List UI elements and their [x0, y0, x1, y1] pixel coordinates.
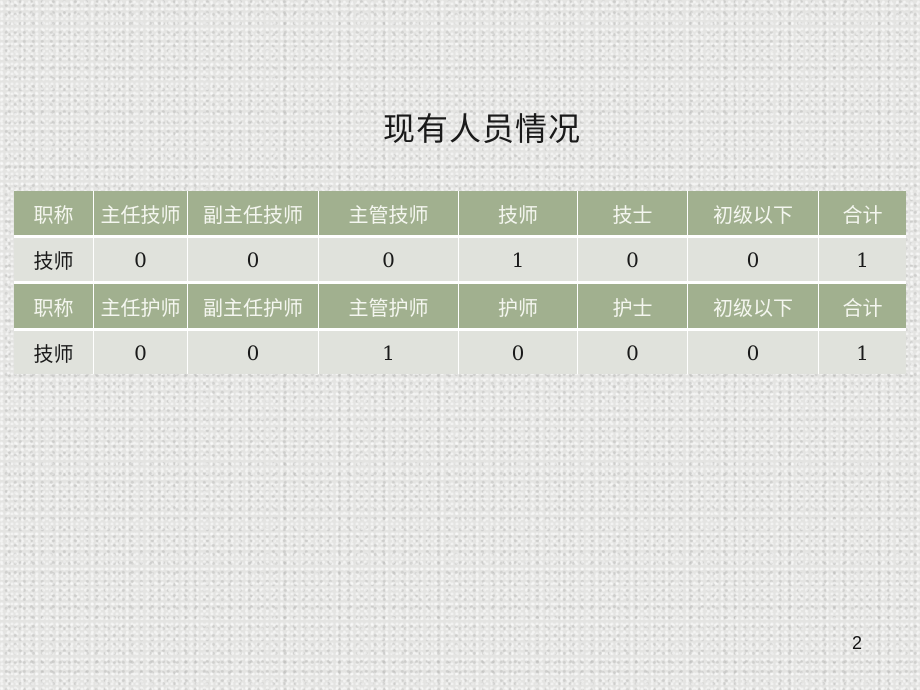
header-cell: 主任护师 [94, 284, 188, 331]
table-header-row-technicians: 职称 主任技师 副主任技师 主管技师 技师 技士 初级以下 合计 [14, 191, 906, 238]
value-cell: 1 [819, 238, 906, 284]
value-cell: 0 [188, 331, 319, 374]
table-row-nurses: 技师 0 0 1 0 0 0 1 [14, 331, 906, 374]
row-label-cell: 技师 [14, 238, 94, 284]
header-cell: 主任技师 [94, 191, 188, 238]
header-cell: 职称 [14, 284, 94, 331]
header-cell: 合计 [819, 191, 906, 238]
header-cell: 合计 [819, 284, 906, 331]
header-cell: 职称 [14, 191, 94, 238]
row-label-cell: 技师 [14, 331, 94, 374]
header-cell: 护士 [578, 284, 688, 331]
header-cell: 护师 [459, 284, 578, 331]
header-cell: 副主任护师 [188, 284, 319, 331]
value-cell: 1 [819, 331, 906, 374]
table-header-row-nurses: 职称 主任护师 副主任护师 主管护师 护师 护士 初级以下 合计 [14, 284, 906, 331]
header-cell: 技士 [578, 191, 688, 238]
value-cell: 0 [578, 331, 688, 374]
value-cell: 1 [319, 331, 459, 374]
value-cell: 1 [459, 238, 578, 284]
value-cell: 0 [459, 331, 578, 374]
value-cell: 0 [688, 238, 819, 284]
header-cell: 初级以下 [688, 191, 819, 238]
page-number: 2 [852, 633, 863, 653]
table-row-technicians: 技师 0 0 0 1 0 0 1 [14, 238, 906, 284]
value-cell: 0 [188, 238, 319, 284]
value-cell: 0 [94, 331, 188, 374]
header-cell: 初级以下 [688, 284, 819, 331]
value-cell: 0 [94, 238, 188, 284]
value-cell: 0 [688, 331, 819, 374]
value-cell: 0 [319, 238, 459, 284]
value-cell: 0 [578, 238, 688, 284]
header-cell: 主管护师 [319, 284, 459, 331]
header-cell: 技师 [459, 191, 578, 238]
header-cell: 主管技师 [319, 191, 459, 238]
slide-title: 现有人员情况 [382, 110, 581, 148]
staff-table: 职称 主任技师 副主任技师 主管技师 技师 技士 初级以下 合计 技师 0 0 … [14, 191, 906, 374]
header-cell: 副主任技师 [188, 191, 319, 238]
